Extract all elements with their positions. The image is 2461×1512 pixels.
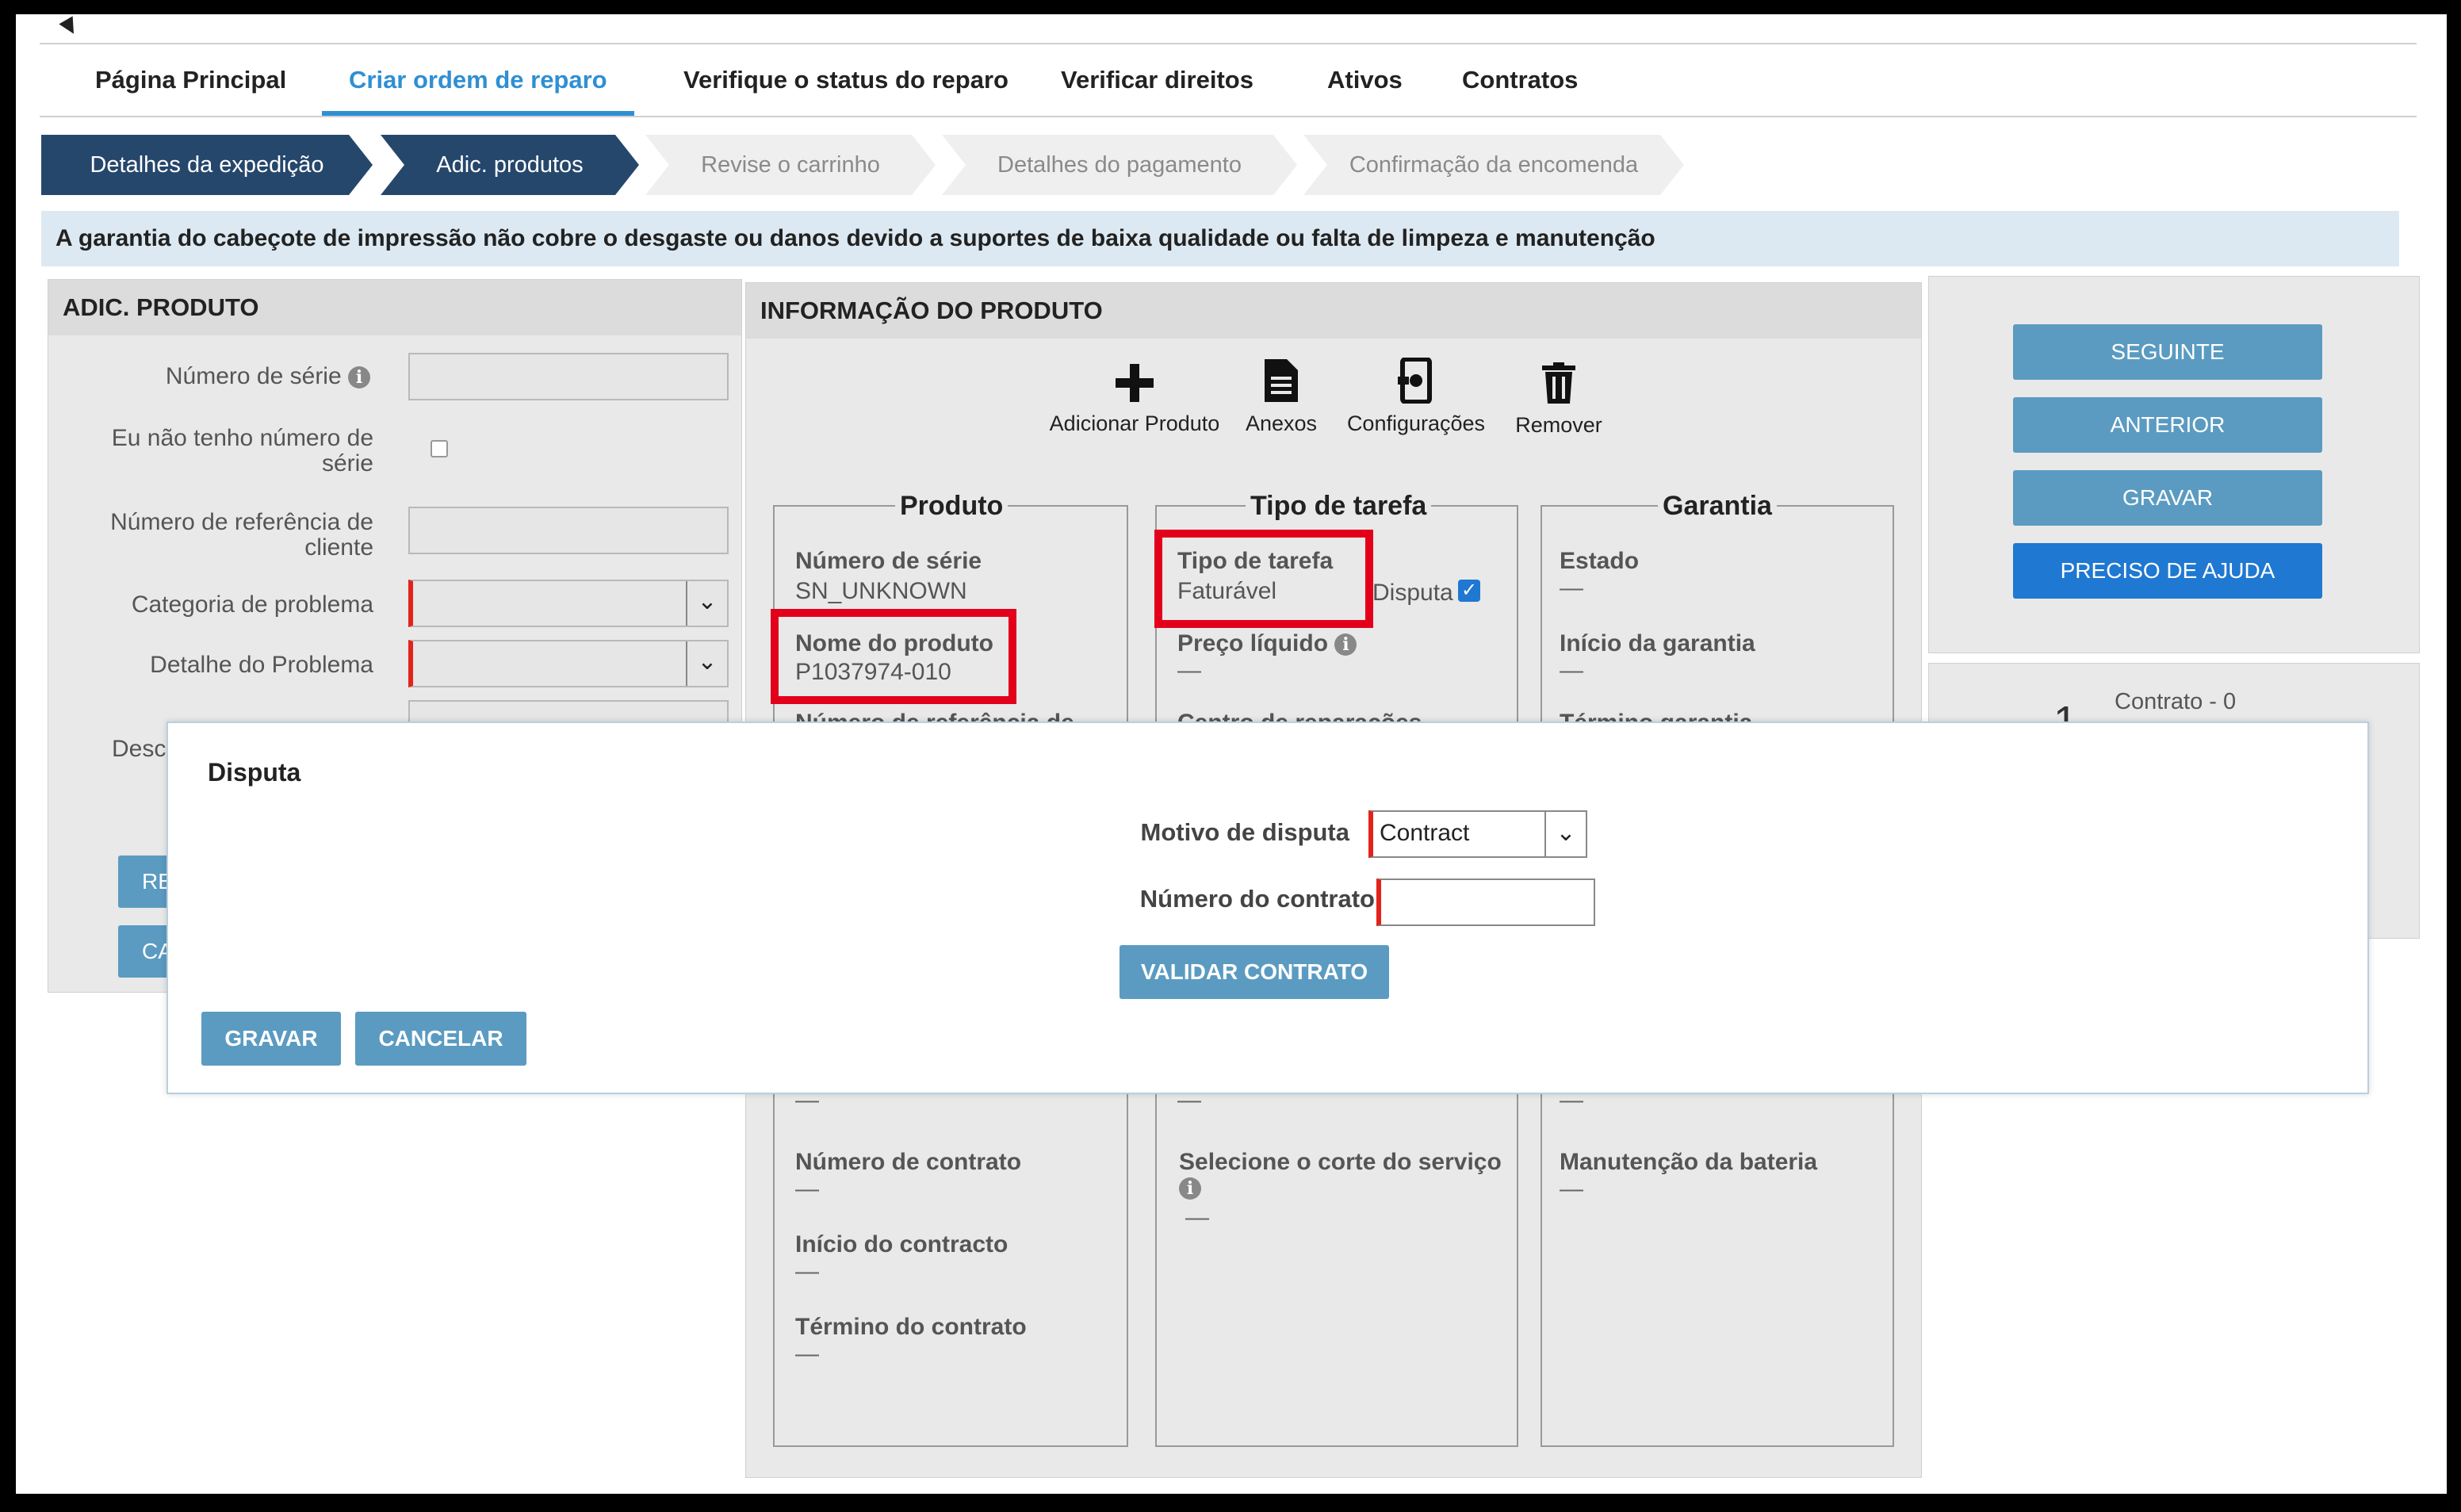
actions-panel: SEGUINTE ANTERIOR GRAVAR PRECISO DE AJUD… xyxy=(1928,276,2420,653)
app-window: Página Principal Criar ordem de reparo V… xyxy=(16,14,2447,1494)
chevron-down-icon: ⌄ xyxy=(686,581,727,626)
dash: — xyxy=(1560,657,1583,683)
tarefa-legend: Tipo de tarefa xyxy=(1246,491,1432,522)
dash: — xyxy=(795,1176,819,1202)
back-arrow-icon[interactable] xyxy=(59,16,81,38)
chevron-down-icon: ⌄ xyxy=(686,641,727,686)
modal-title: Disputa xyxy=(208,758,301,787)
no-serial-checkbox[interactable] xyxy=(431,440,448,457)
trash-icon xyxy=(1542,362,1575,404)
tab-verificar-direitos[interactable]: Verificar direitos xyxy=(1034,44,1280,116)
product-info-title: INFORMAÇÃO DO PRODUTO xyxy=(746,283,1921,339)
attachments-tool[interactable]: Anexos xyxy=(1238,358,1325,436)
step-confirmacao[interactable]: Confirmação da encomenda xyxy=(1303,135,1684,195)
dispute-reason-label: Motivo de disputa xyxy=(1140,818,1350,846)
modal-save-button[interactable]: GRAVAR xyxy=(201,1012,341,1066)
highlight-product-name xyxy=(771,609,1016,704)
step-adic-produtos[interactable]: Adic. produtos xyxy=(381,135,639,195)
dispute-reason-select[interactable]: Contract ⌄ xyxy=(1368,810,1587,858)
tab-verifique-status[interactable]: Verifique o status do reparo xyxy=(656,44,1035,116)
highlight-task-type xyxy=(1154,530,1373,628)
problem-detail-label: Detalhe do Problema xyxy=(150,652,373,678)
page: Página Principal Criar ordem de reparo V… xyxy=(16,14,2447,1494)
dash: — xyxy=(1185,1204,1209,1231)
need-help-button[interactable]: PRECISO DE AJUDA xyxy=(2013,543,2322,599)
previous-button[interactable]: ANTERIOR xyxy=(2013,397,2322,453)
settings-tool[interactable]: Configurações xyxy=(1341,358,1491,436)
dispute-reason-value: Contract xyxy=(1380,820,1470,846)
tab-criar-ordem-de-reparo[interactable]: Criar ordem de reparo xyxy=(322,44,634,116)
description-label: Desc xyxy=(112,736,166,762)
serial-number-label: Número de série xyxy=(795,548,982,574)
tab-ativos[interactable]: Ativos xyxy=(1300,44,1430,116)
battery-maintenance-label: Manutenção da bateria xyxy=(1560,1149,1818,1175)
dash: — xyxy=(1560,575,1583,601)
add-product-tool[interactable]: Adicionar Produto xyxy=(1047,362,1222,436)
contract-number-input[interactable] xyxy=(1376,878,1595,926)
customer-ref-input[interactable] xyxy=(408,507,729,554)
dispute-modal: Disputa Motivo de disputa Contract ⌄ Núm… xyxy=(166,722,2369,1094)
top-nav: Página Principal Criar ordem de reparo V… xyxy=(40,43,2417,117)
contract-start-label: Início do contracto xyxy=(795,1231,1009,1257)
device-settings-icon xyxy=(1398,358,1432,404)
dash: — xyxy=(1560,1176,1583,1202)
problem-category-label: Categoria de problema xyxy=(131,591,373,618)
serial-input[interactable] xyxy=(408,353,729,400)
dash: — xyxy=(1177,657,1201,683)
step-detalhes-pagamento[interactable]: Detalhes do pagamento xyxy=(942,135,1297,195)
info-icon: i xyxy=(1334,634,1357,656)
chevron-down-icon: ⌄ xyxy=(1544,812,1586,856)
warranty-banner: A garantia do cabeçote de impressão não … xyxy=(41,211,2399,266)
tab-pagina-principal[interactable]: Página Principal xyxy=(68,44,313,116)
remove-tool[interactable]: Remover xyxy=(1507,362,1610,438)
info-icon: i xyxy=(348,366,370,389)
contract-number-label: Número de contrato xyxy=(795,1149,1022,1175)
problem-category-select[interactable]: ⌄ xyxy=(408,580,729,627)
modal-cancel-button[interactable]: CANCELAR xyxy=(355,1012,526,1066)
dash: — xyxy=(795,1341,819,1367)
contract-label: Contrato - 0 xyxy=(2115,689,2237,714)
step-detalhes-expedicao[interactable]: Detalhes da expedição xyxy=(41,135,373,195)
garantia-legend: Garantia xyxy=(1658,491,1777,522)
document-icon xyxy=(1265,359,1298,402)
validate-contract-button[interactable]: VALIDAR CONTRATO xyxy=(1120,945,1389,999)
contract-end-label: Término do contrato xyxy=(795,1314,1027,1340)
plus-icon xyxy=(1116,364,1154,402)
dispute-label: Disputa xyxy=(1372,580,1453,606)
add-product-title: ADIC. PRODUTO xyxy=(48,280,741,335)
info-icon: i xyxy=(1179,1177,1201,1200)
serial-label: Número de série i xyxy=(166,364,370,389)
serial-number-value: SN_UNKNOWN xyxy=(795,578,967,604)
save-button[interactable]: GRAVAR xyxy=(2013,470,2322,526)
dispute-checkbox[interactable]: ✓ xyxy=(1458,580,1480,602)
next-button[interactable]: SEGUINTE xyxy=(2013,324,2322,380)
service-cut-label: Selecione o corte do serviço xyxy=(1179,1149,1502,1175)
problem-detail-select[interactable]: ⌄ xyxy=(408,640,729,687)
dash: — xyxy=(795,1258,819,1284)
warranty-state-label: Estado xyxy=(1560,548,1640,574)
contract-number-label: Número do contrato xyxy=(1139,885,1375,913)
net-price-label: Preço líquido i xyxy=(1177,630,1357,657)
tab-contratos[interactable]: Contratos xyxy=(1435,44,1605,116)
step-revise-carrinho[interactable]: Revise o carrinho xyxy=(645,135,936,195)
no-serial-label: Eu não tenho número de série xyxy=(111,425,373,477)
warranty-start-label: Início da garantia xyxy=(1560,630,1755,656)
produto-legend: Produto xyxy=(895,491,1009,522)
customer-ref-label: Número de referência de cliente xyxy=(110,509,373,561)
